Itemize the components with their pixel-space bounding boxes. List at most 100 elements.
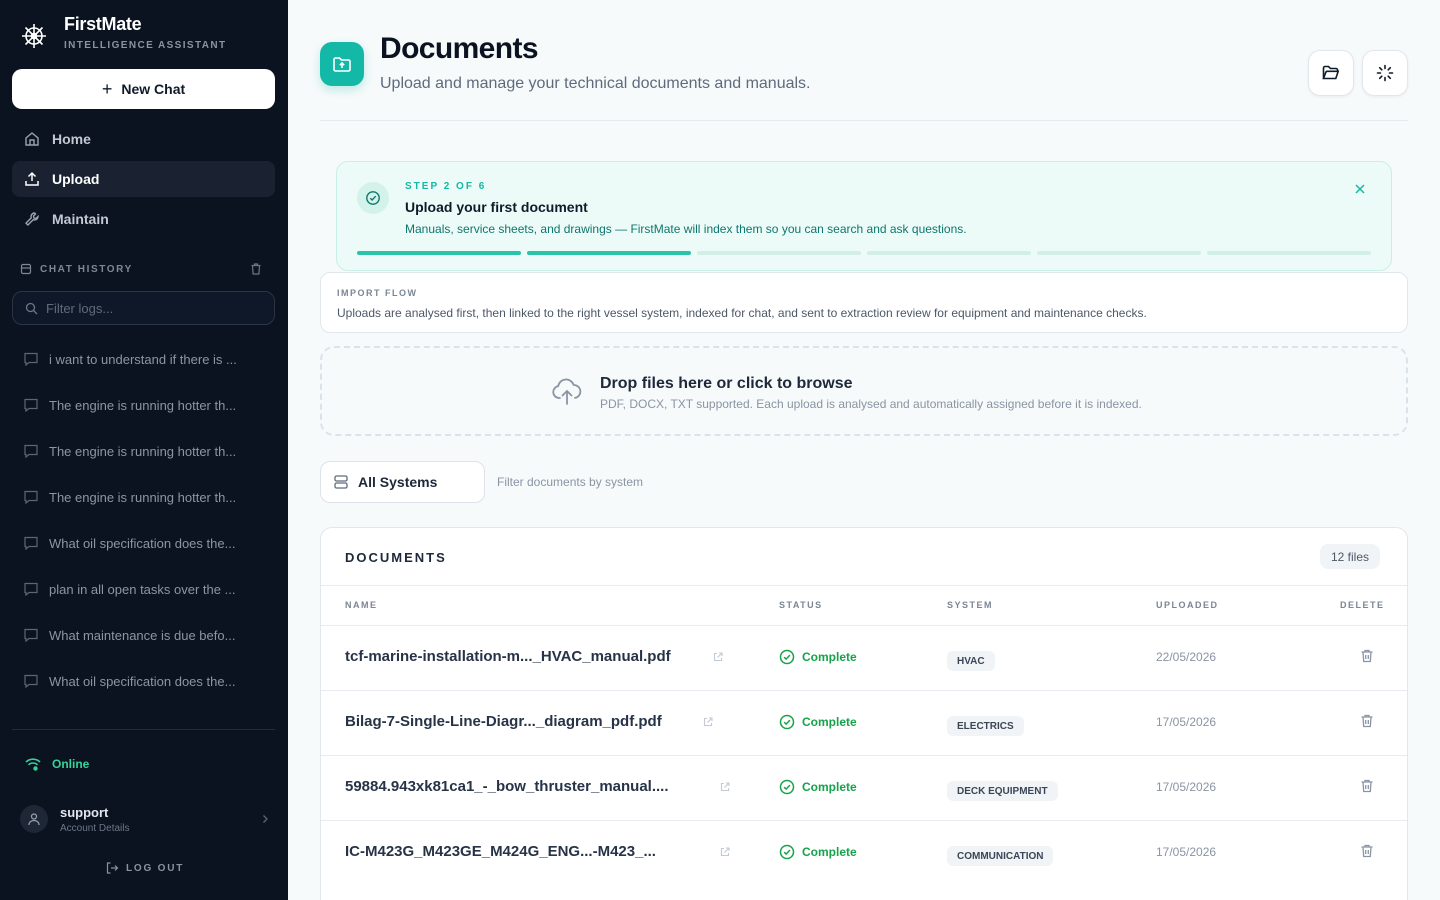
open-folder-button[interactable] xyxy=(1308,50,1354,96)
external-link-icon[interactable] xyxy=(719,781,731,793)
sidebar-divider xyxy=(12,729,275,730)
history-item-label: plan in all open tasks over the ... xyxy=(49,581,236,597)
check-circle-icon xyxy=(779,844,795,860)
trash-icon[interactable] xyxy=(1359,648,1375,664)
column-header-status[interactable]: STATUS xyxy=(779,600,823,610)
processing-button[interactable] xyxy=(1362,50,1408,96)
history-item-label: The engine is running hotter th... xyxy=(49,397,237,413)
new-chat-button[interactable]: + New Chat xyxy=(12,69,275,109)
external-link-icon[interactable] xyxy=(702,716,714,728)
document-name-link[interactable]: 59884.943xk81ca1_-_bow_thruster_manual..… xyxy=(345,778,669,795)
ship-wheel-icon xyxy=(22,23,46,48)
system-tag: DECK EQUIPMENT xyxy=(947,781,1058,801)
chat-bubble-icon xyxy=(24,536,38,551)
page-subtitle: Upload and manage your technical documen… xyxy=(380,75,811,92)
progress-segment xyxy=(357,251,521,255)
trash-icon[interactable] xyxy=(249,262,263,276)
page-title: Documents xyxy=(380,32,539,65)
history-filter-input[interactable] xyxy=(46,300,246,316)
new-chat-label: New Chat xyxy=(121,81,186,97)
check-circle-icon xyxy=(357,182,389,214)
history-item[interactable]: The engine is running hotter th... xyxy=(12,474,275,520)
upload-date: 22/05/2026 xyxy=(1156,650,1217,664)
chat-history-header: CHAT HISTORY xyxy=(20,262,263,276)
step-description: Manuals, service sheets, and drawings — … xyxy=(405,222,967,236)
chat-bubble-icon xyxy=(24,628,38,643)
logout-button[interactable]: LOG OUT xyxy=(105,861,184,875)
column-header-system[interactable]: SYSTEM xyxy=(947,600,993,610)
external-link-icon[interactable] xyxy=(719,846,731,858)
upload-date: 17/05/2026 xyxy=(1156,715,1217,729)
nav-label: Maintain xyxy=(52,211,109,227)
chat-bubble-icon xyxy=(24,352,38,367)
history-item[interactable]: What oil specification does the... xyxy=(12,658,275,704)
progress-segment xyxy=(697,251,861,255)
document-name-link[interactable]: Bilag-7-Single-Line-Diagr..._diagram_pdf… xyxy=(345,713,662,730)
history-item[interactable]: i want to understand if there is ... xyxy=(12,336,275,382)
table-divider xyxy=(321,585,1407,586)
system-filter-value: All Systems xyxy=(358,474,438,490)
status-label: Complete xyxy=(802,715,857,729)
document-name-link[interactable]: IC-M423G_M423GE_M424G_ENG...-M423_... xyxy=(345,843,656,860)
system-filter-hint: Filter documents by system xyxy=(497,475,644,489)
main-content: Documents Upload and manage your technic… xyxy=(320,0,1408,900)
table-row: 59884.943xk81ca1_-_bow_thruster_manual..… xyxy=(321,755,1407,820)
chat-history-label: CHAT HISTORY xyxy=(40,263,133,275)
nav-item-maintain[interactable]: Maintain xyxy=(12,201,275,237)
file-dropzone[interactable]: Drop files here or click to browse PDF, … xyxy=(320,346,1408,436)
system-filter-select[interactable]: All Systems xyxy=(320,461,485,503)
history-item[interactable]: The engine is running hotter th... xyxy=(12,382,275,428)
brand: FirstMate INTELLIGENCE ASSISTANT xyxy=(20,14,226,51)
import-flow-label: IMPORT FLOW xyxy=(337,288,418,298)
history-item-label: What maintenance is due befo... xyxy=(49,627,236,643)
check-circle-icon xyxy=(779,649,795,665)
chat-bubble-icon xyxy=(24,490,38,505)
logout-label: LOG OUT xyxy=(126,862,185,874)
column-header-uploaded[interactable]: UPLOADED xyxy=(1156,600,1219,610)
external-link-icon[interactable] xyxy=(712,651,724,663)
chat-bubble-icon xyxy=(24,674,38,689)
status-label: Complete xyxy=(802,845,857,859)
check-circle-icon xyxy=(779,714,795,730)
system-tag: HVAC xyxy=(947,651,995,671)
trash-icon[interactable] xyxy=(1359,778,1375,794)
history-item[interactable]: The engine is running hotter th... xyxy=(12,428,275,474)
history-item[interactable]: What maintenance is due befo... xyxy=(12,612,275,658)
history-item[interactable]: What oil specification does the... xyxy=(12,520,275,566)
history-item[interactable]: plan in all open tasks over the ... xyxy=(12,566,275,612)
upload-icon xyxy=(25,171,39,186)
status-badge: Complete xyxy=(779,844,857,860)
nav-item-upload[interactable]: Upload xyxy=(12,161,275,197)
column-header-name[interactable]: NAME xyxy=(345,600,378,610)
documents-heading: DOCUMENTS xyxy=(345,550,447,565)
table-row: IC-M423G_M423GE_M424G_ENG...-M423_... Co… xyxy=(321,820,1407,885)
system-tag: ELECTRICS xyxy=(947,716,1024,736)
wrench-icon xyxy=(25,212,39,226)
onboarding-step-card: STEP 2 OF 6 Upload your first document M… xyxy=(336,161,1392,271)
close-icon[interactable] xyxy=(1353,182,1367,196)
account-detail: Account Details xyxy=(60,822,130,834)
folder-open-icon xyxy=(1322,65,1340,80)
sidebar: FirstMate INTELLIGENCE ASSISTANT + New C… xyxy=(0,0,288,900)
chat-bubble-icon xyxy=(24,398,38,413)
upload-date: 17/05/2026 xyxy=(1156,845,1217,859)
nav-item-home[interactable]: Home xyxy=(12,121,275,157)
nav-label: Upload xyxy=(52,171,100,187)
trash-icon[interactable] xyxy=(1359,843,1375,859)
document-name-link[interactable]: tcf-marine-installation-m..._HVAC_manual… xyxy=(345,648,671,665)
history-item-label: The engine is running hotter th... xyxy=(49,443,237,459)
file-count-badge: 12 files xyxy=(1320,544,1381,569)
account-menu[interactable]: support Account Details xyxy=(20,802,270,836)
status-label: Online xyxy=(52,757,90,771)
chevron-right-icon xyxy=(263,815,268,823)
dropzone-subtitle: PDF, DOCX, TXT supported. Each upload is… xyxy=(600,397,1142,411)
history-item-label: What oil specification does the... xyxy=(49,535,236,551)
upload-date: 17/05/2026 xyxy=(1156,780,1217,794)
trash-icon[interactable] xyxy=(1359,713,1375,729)
history-item-label: What oil specification does the... xyxy=(49,673,236,689)
loader-icon xyxy=(1376,64,1394,82)
avatar xyxy=(20,805,48,833)
status-label: Complete xyxy=(802,780,857,794)
search-icon xyxy=(25,302,38,314)
history-icon xyxy=(20,263,32,275)
